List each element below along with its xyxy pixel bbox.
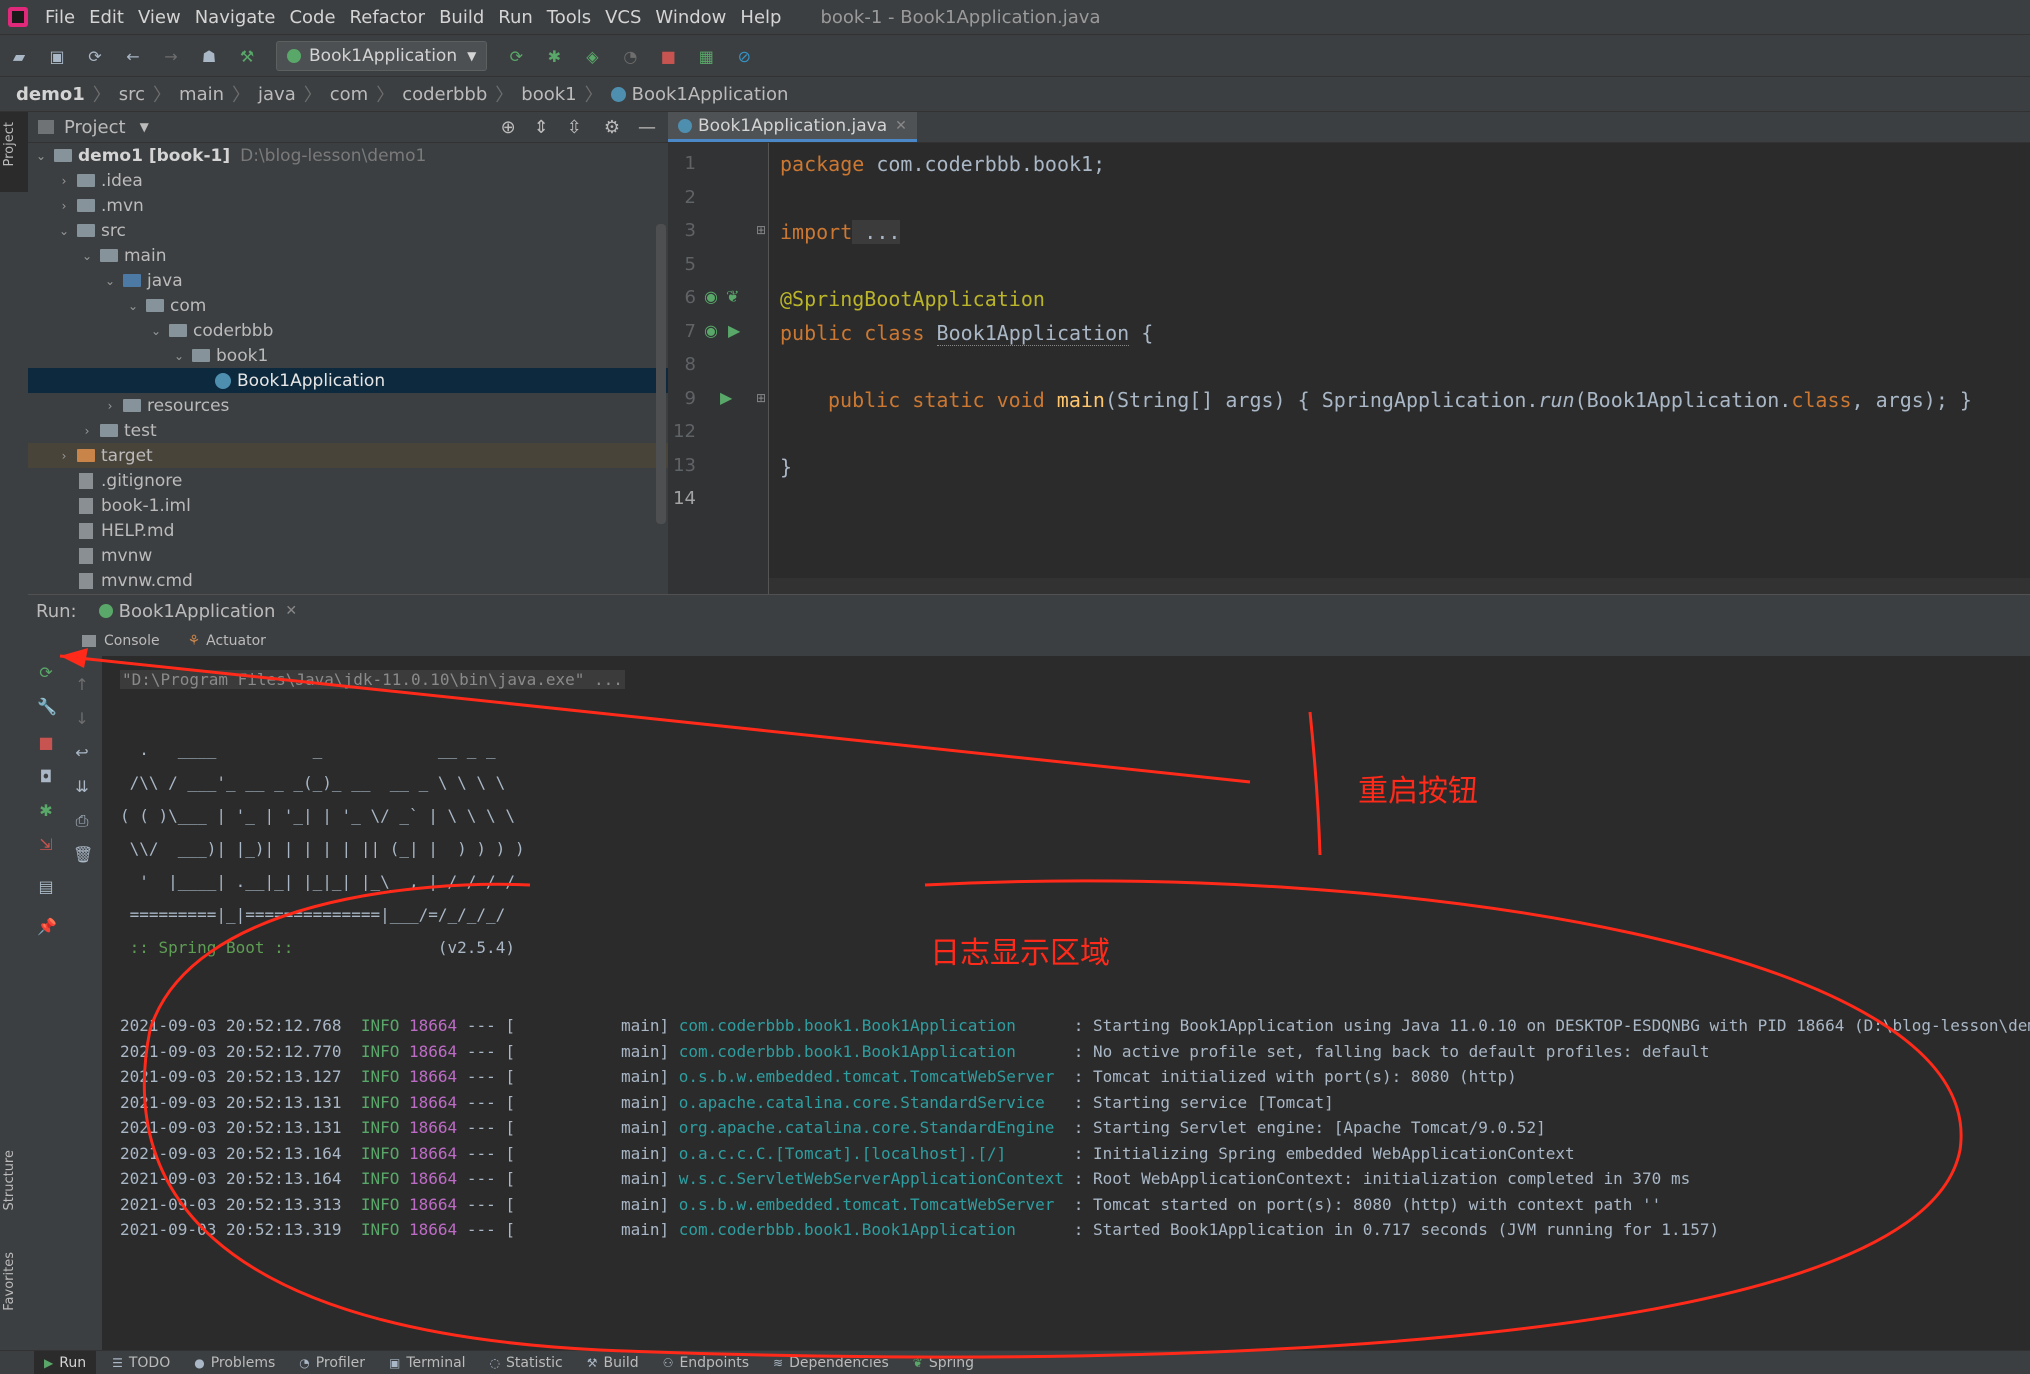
annotation-arrow-line [59, 654, 1251, 784]
annotation-arrow-head [60, 648, 88, 668]
annotation-restart-button: 重启按钮 [1358, 774, 1478, 809]
annotation-log-area: 日志显示区域 [930, 936, 1110, 971]
annotation-bracket [1308, 711, 1322, 856]
annotation-overlay [59, 648, 1963, 1359]
